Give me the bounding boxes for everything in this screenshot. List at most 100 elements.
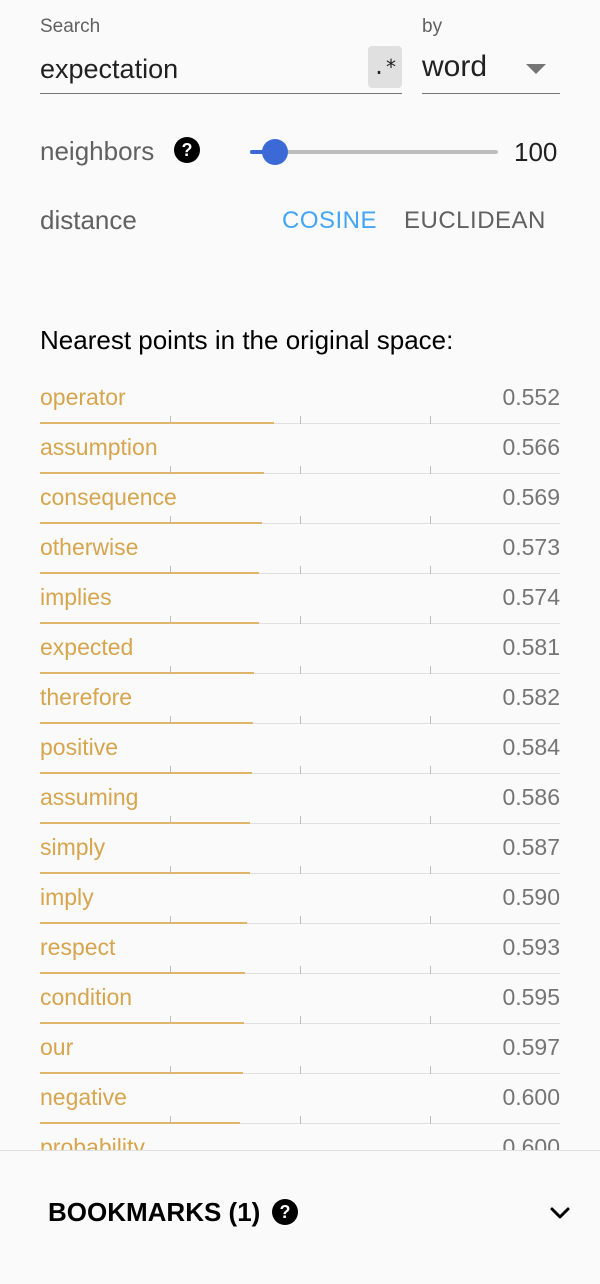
neighbor-word[interactable]: our bbox=[40, 1034, 73, 1061]
list-item[interactable]: probability 0.600 bbox=[40, 1124, 560, 1150]
scale-tick bbox=[430, 666, 431, 674]
neighbor-distance: 0.586 bbox=[502, 784, 560, 810]
scale-tick bbox=[300, 1016, 301, 1024]
neighbor-word[interactable]: condition bbox=[40, 984, 132, 1011]
neighbor-distance: 0.600 bbox=[502, 1084, 560, 1110]
scale-tick bbox=[170, 466, 171, 474]
list-item[interactable]: positive 0.584 bbox=[40, 724, 560, 774]
scale-tick bbox=[430, 1066, 431, 1074]
scale-tick bbox=[300, 1066, 301, 1074]
scale-tick bbox=[170, 866, 171, 874]
neighbor-distance: 0.584 bbox=[502, 734, 560, 760]
neighbor-word[interactable]: negative bbox=[40, 1084, 127, 1111]
bookmarks-title: BOOKMARKS (1) bbox=[48, 1197, 261, 1227]
scale-tick bbox=[170, 1066, 171, 1074]
neighbor-word[interactable]: operator bbox=[40, 384, 126, 411]
help-icon[interactable]: ? bbox=[272, 1199, 298, 1225]
chevron-down-icon[interactable] bbox=[548, 1201, 572, 1225]
search-field[interactable]: .* bbox=[40, 44, 402, 94]
neighbor-word[interactable]: assuming bbox=[40, 784, 138, 811]
scale-tick bbox=[430, 416, 431, 424]
list-item[interactable]: simply 0.587 bbox=[40, 824, 560, 874]
neighbor-distance: 0.573 bbox=[502, 534, 560, 560]
bookmarks-panel[interactable]: BOOKMARKS (1) ? bbox=[0, 1150, 600, 1284]
scale-tick bbox=[430, 566, 431, 574]
list-item[interactable]: assuming 0.586 bbox=[40, 774, 560, 824]
neighbors-value: 100 bbox=[514, 137, 558, 167]
neighbor-word[interactable]: probability bbox=[40, 1134, 145, 1150]
search-input[interactable] bbox=[40, 52, 360, 86]
neighbor-word[interactable]: otherwise bbox=[40, 534, 138, 561]
scale-tick bbox=[300, 616, 301, 624]
list-item[interactable]: assumption 0.566 bbox=[40, 424, 560, 474]
cosine-button[interactable]: COSINE bbox=[282, 207, 377, 235]
neighbor-word[interactable]: therefore bbox=[40, 684, 132, 711]
neighbor-word[interactable]: implies bbox=[40, 584, 112, 611]
help-icon[interactable]: ? bbox=[174, 137, 200, 163]
scale-tick bbox=[300, 766, 301, 774]
euclidean-button[interactable]: EUCLIDEAN bbox=[404, 207, 546, 235]
scale-tick bbox=[430, 516, 431, 524]
scale-tick bbox=[300, 816, 301, 824]
list-item[interactable]: consequence 0.569 bbox=[40, 474, 560, 524]
search-label: Search bbox=[40, 16, 101, 37]
by-select[interactable]: word bbox=[422, 44, 560, 94]
neighbor-distance: 0.600 bbox=[502, 1134, 560, 1150]
scale-tick bbox=[300, 666, 301, 674]
scale-tick bbox=[300, 866, 301, 874]
by-selected-value: word bbox=[422, 50, 488, 83]
list-item[interactable]: negative 0.600 bbox=[40, 1074, 560, 1124]
neighbor-word[interactable]: consequence bbox=[40, 484, 177, 511]
nearest-points-title: Nearest points in the original space: bbox=[40, 325, 454, 355]
neighbors-label: neighbors bbox=[40, 136, 155, 166]
scale-tick bbox=[170, 766, 171, 774]
scale-tick bbox=[170, 816, 171, 824]
list-item[interactable]: therefore 0.582 bbox=[40, 674, 560, 724]
scale-tick bbox=[300, 916, 301, 924]
list-item[interactable]: condition 0.595 bbox=[40, 974, 560, 1024]
scale-tick bbox=[170, 666, 171, 674]
neighbor-word[interactable]: respect bbox=[40, 934, 115, 961]
neighbor-word[interactable]: imply bbox=[40, 884, 94, 911]
neighbors-slider[interactable] bbox=[250, 139, 498, 165]
regex-toggle-button[interactable]: .* bbox=[368, 46, 402, 88]
list-item[interactable]: implies 0.574 bbox=[40, 574, 560, 624]
scale-tick bbox=[300, 966, 301, 974]
scale-tick bbox=[430, 616, 431, 624]
list-item[interactable]: expected 0.581 bbox=[40, 624, 560, 674]
list-item[interactable]: otherwise 0.573 bbox=[40, 524, 560, 574]
scale-tick bbox=[300, 1116, 301, 1124]
nearest-points-list: operator 0.552 assumption 0.566 consequence 0… bbox=[40, 374, 560, 1150]
neighbor-distance: 0.587 bbox=[502, 834, 560, 860]
neighbor-distance: 0.581 bbox=[502, 634, 560, 660]
neighbor-distance: 0.582 bbox=[502, 684, 560, 710]
scale-tick bbox=[430, 1016, 431, 1024]
scale-tick bbox=[170, 566, 171, 574]
list-item[interactable]: respect 0.593 bbox=[40, 924, 560, 974]
neighbor-word[interactable]: expected bbox=[40, 634, 133, 661]
neighbor-word[interactable]: simply bbox=[40, 834, 105, 861]
by-label: by bbox=[422, 16, 443, 37]
neighbor-distance: 0.593 bbox=[502, 934, 560, 960]
neighbor-distance: 0.595 bbox=[502, 984, 560, 1010]
dropdown-arrow-icon bbox=[526, 64, 546, 74]
distance-label: distance bbox=[40, 205, 137, 235]
scale-tick bbox=[300, 416, 301, 424]
scale-tick bbox=[430, 966, 431, 974]
neighbor-distance: 0.569 bbox=[502, 484, 560, 510]
list-item[interactable]: imply 0.590 bbox=[40, 874, 560, 924]
neighbor-distance: 0.590 bbox=[502, 884, 560, 910]
scale-tick bbox=[300, 566, 301, 574]
scale-tick bbox=[170, 716, 171, 724]
scale-tick bbox=[300, 466, 301, 474]
scale-tick bbox=[170, 916, 171, 924]
list-item[interactable]: our 0.597 bbox=[40, 1024, 560, 1074]
slider-thumb[interactable] bbox=[261, 139, 288, 165]
scale-tick bbox=[300, 716, 301, 724]
neighbor-word[interactable]: positive bbox=[40, 734, 118, 761]
scale-tick bbox=[170, 966, 171, 974]
neighbor-word[interactable]: assumption bbox=[40, 434, 158, 461]
list-item[interactable]: operator 0.552 bbox=[40, 374, 560, 424]
scale-tick bbox=[170, 516, 171, 524]
scale-tick bbox=[430, 716, 431, 724]
